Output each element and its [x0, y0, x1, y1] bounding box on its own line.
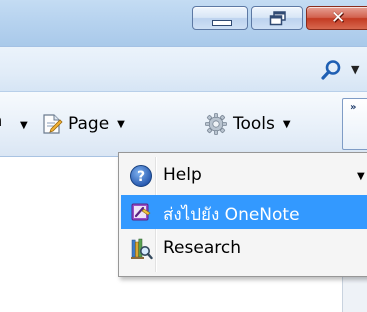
menu-item-research[interactable]: Research — [121, 232, 367, 266]
tools-menu-label: Tools — [233, 114, 275, 134]
page-icon — [43, 114, 63, 134]
menu-item-help[interactable]: ? Help ▼ — [121, 159, 367, 193]
partial-toolbar-item-icon[interactable]: a — [0, 111, 8, 137]
command-bar: a ▼ Page ▼ Tools — [0, 92, 367, 157]
page-menu-button[interactable]: Page ▼ — [41, 110, 125, 138]
menu-item-send-to-onenote-label: ส่งไปยัง OneNote — [163, 205, 300, 225]
title-bar: ✕ — [0, 0, 367, 46]
minimize-icon — [212, 20, 232, 26]
minimize-button[interactable] — [192, 6, 248, 30]
restore-icon — [269, 11, 286, 26]
help-icon: ? — [130, 165, 152, 187]
research-icon — [131, 238, 153, 260]
close-icon: ✕ — [331, 8, 346, 28]
restore-button[interactable] — [251, 6, 303, 30]
tools-menu-button[interactable]: Tools ▼ — [204, 110, 291, 138]
search-bar-area: ▼ — [0, 46, 367, 92]
menu-item-research-label: Research — [163, 238, 241, 258]
tools-dropdown-menu: ? Help ▼ ส่งไปยัง OneNote Research — [118, 152, 367, 277]
partial-item-dropdown-arrow-icon[interactable]: ▼ — [20, 120, 28, 131]
onenote-icon — [131, 203, 151, 221]
search-icon[interactable] — [320, 59, 342, 81]
svg-text:?: ? — [137, 169, 145, 185]
menu-item-help-label: Help — [163, 165, 202, 185]
search-options-arrow-icon[interactable]: ▼ — [351, 63, 359, 76]
gear-icon — [205, 113, 227, 135]
toolbar-overflow-button[interactable]: » — [342, 98, 367, 150]
page-menu-label: Page — [68, 114, 110, 134]
close-button[interactable]: ✕ — [306, 6, 367, 30]
menu-item-send-to-onenote[interactable]: ส่งไปยัง OneNote — [121, 195, 367, 229]
submenu-arrow-icon: ▼ — [357, 171, 365, 182]
chevron-right-double-icon: » — [350, 102, 357, 113]
tools-dropdown-arrow-icon: ▼ — [282, 118, 291, 130]
page-dropdown-arrow-icon: ▼ — [117, 118, 125, 130]
